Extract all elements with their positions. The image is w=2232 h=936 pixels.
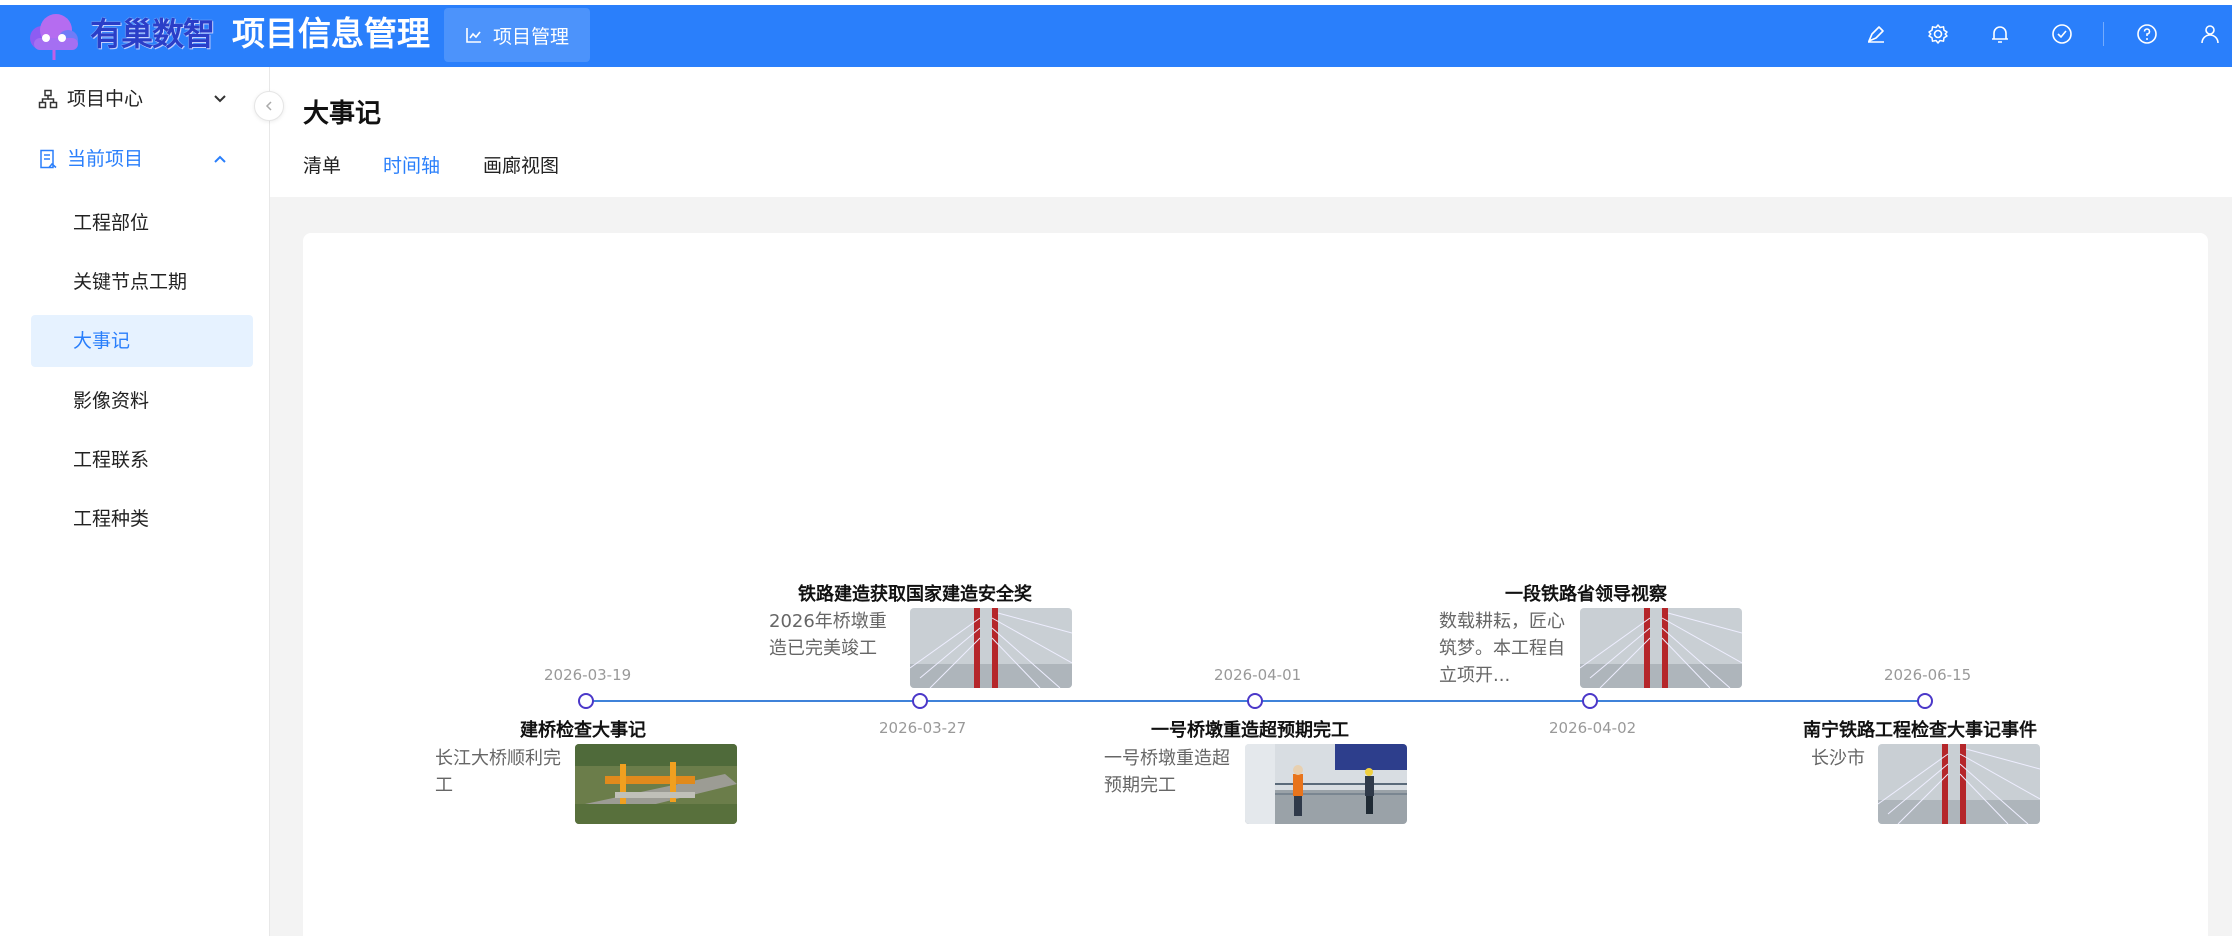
event-title[interactable]: 建桥检查大事记	[520, 716, 646, 742]
page-header: 大事记 清单 时间轴 画廊视图	[270, 67, 2232, 197]
top-bar: 有巢数智 项目信息管理 项目管理	[0, 0, 2232, 67]
event-date: 2026-03-19	[544, 666, 632, 684]
timeline-node[interactable]	[1247, 693, 1263, 709]
top-divider	[2103, 22, 2104, 46]
module-tab-project-management[interactable]: 项目管理	[444, 8, 590, 62]
event-description: 数载耕耘，匠心筑梦。本工程自立项开...	[1439, 611, 1565, 686]
sidebar-item-major-events[interactable]: 大事记	[31, 315, 253, 367]
bridge-cable-photo	[1580, 608, 1742, 688]
bridge-cable-photo	[1878, 744, 2040, 824]
pen-icon[interactable]	[1864, 22, 1888, 46]
sidebar-item-key-milestones[interactable]: 关键节点工期	[31, 256, 253, 308]
sidebar-group-label: 项目中心	[67, 88, 144, 110]
chevron-left-icon	[265, 101, 272, 111]
event-image[interactable]	[1245, 744, 1407, 824]
event-image[interactable]	[575, 744, 737, 824]
sidebar-item-engineering-types[interactable]: 工程种类	[31, 493, 253, 545]
timeline-card	[303, 233, 2208, 936]
sidebar-collapse-button[interactable]	[254, 91, 284, 121]
workers-photo	[1245, 744, 1407, 824]
project-doc-icon	[40, 149, 57, 169]
user-icon[interactable]	[2198, 22, 2222, 46]
event-description: 一号桥墩重造超预期完工	[1104, 748, 1230, 796]
event-date: 2026-03-27	[879, 719, 967, 737]
event-description: 2026年桥墩重造已完美竣工	[769, 611, 887, 659]
timeline-node[interactable]	[1582, 693, 1598, 709]
settings-icon[interactable]	[1926, 22, 1950, 46]
sidebar-item-engineering-contacts[interactable]: 工程联系	[31, 434, 253, 486]
page-title: 大事记	[303, 99, 382, 129]
app-title: 项目信息管理	[232, 14, 430, 53]
event-title[interactable]: 一段铁路省领导视察	[1505, 580, 1667, 606]
chart-icon	[466, 28, 481, 43]
event-title[interactable]: 一号桥墩重造超预期完工	[1151, 716, 1349, 742]
timeline-node[interactable]	[912, 693, 928, 709]
tab-gallery[interactable]: 画廊视图	[483, 153, 559, 179]
module-tab-label: 项目管理	[492, 25, 569, 48]
event-description: 长沙市	[1811, 748, 1865, 769]
event-date: 2026-04-02	[1549, 719, 1637, 737]
sidebar: 项目中心 当前项目 工程部位 关键节点工期 大事记 影像资料 工程联系 工程种类	[0, 67, 270, 936]
sidebar-group-current-project[interactable]: 当前项目	[0, 134, 270, 184]
chevron-down-icon	[214, 95, 226, 103]
sidebar-group-project-center[interactable]: 项目中心	[0, 74, 270, 124]
tab-list[interactable]: 清单	[303, 153, 341, 179]
event-description: 长江大桥顺利完工	[435, 748, 561, 796]
event-image[interactable]	[1580, 608, 1742, 688]
sidebar-item-image-materials[interactable]: 影像资料	[31, 375, 253, 427]
bell-icon[interactable]	[1988, 22, 2012, 46]
bridge-cable-photo	[910, 608, 1072, 688]
event-image[interactable]	[1878, 744, 2040, 824]
brand-logo	[22, 8, 86, 62]
construction-site-photo	[575, 744, 737, 824]
tab-timeline[interactable]: 时间轴	[383, 153, 440, 179]
event-date: 2026-04-01	[1214, 666, 1302, 684]
event-title[interactable]: 铁路建造获取国家建造安全奖	[798, 580, 1032, 606]
timeline-node[interactable]	[1917, 693, 1933, 709]
top-edge	[0, 0, 2232, 5]
event-date: 2026-06-15	[1884, 666, 1972, 684]
check-circle-icon[interactable]	[2050, 22, 2074, 46]
help-icon[interactable]	[2135, 22, 2159, 46]
timeline-node[interactable]	[578, 693, 594, 709]
org-chart-icon	[38, 89, 58, 109]
chevron-up-icon	[214, 155, 226, 163]
sidebar-item-engineering-parts[interactable]: 工程部位	[31, 197, 253, 249]
brand-name: 有巢数智	[90, 15, 215, 53]
event-image[interactable]	[910, 608, 1072, 688]
event-title[interactable]: 南宁铁路工程检查大事记事件	[1803, 716, 2037, 742]
sidebar-group-label: 当前项目	[67, 148, 144, 170]
